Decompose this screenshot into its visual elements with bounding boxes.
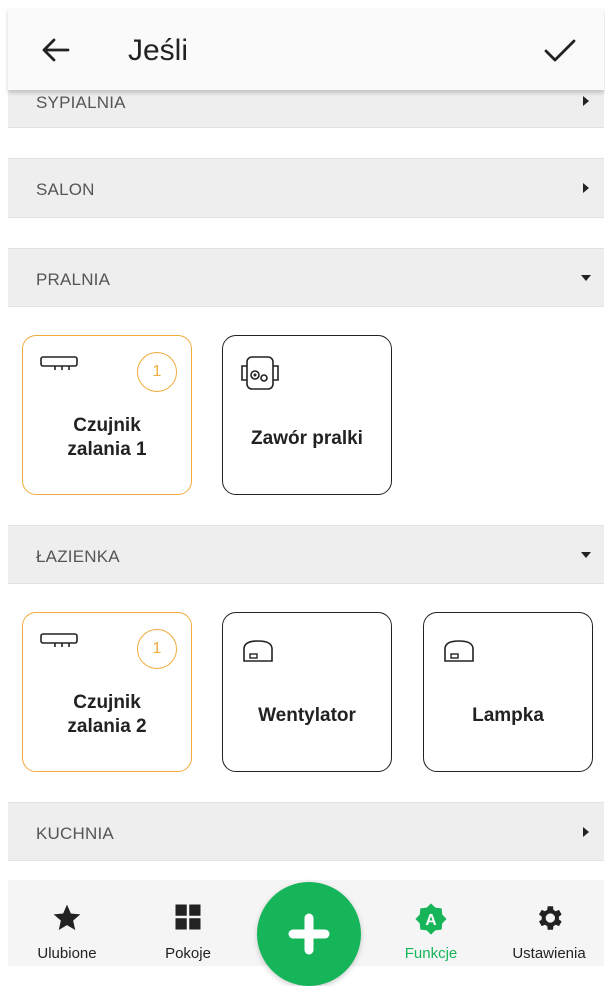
caret-right-icon [583,96,589,106]
selection-count-badge: 1 [137,352,177,392]
room-label: SALON [36,180,95,199]
device-name: Lampka [472,705,544,726]
grid-icon [175,904,201,930]
room-label: ŁAZIENKA [36,547,120,566]
device-name: Czujnik zalania 2 [67,692,147,737]
back-button[interactable] [38,32,74,68]
device-name: Wentylator [258,705,356,726]
room-bar-lazienka[interactable]: ŁAZIENKA [8,525,604,584]
relay-icon [444,640,474,662]
device-name: Zawór pralki [251,428,363,449]
gear-icon [539,906,562,930]
nav-label: Ulubione [37,945,97,962]
nav-item-pokoje[interactable]: Pokoje [138,880,238,966]
star-icon [53,904,81,930]
room-label: KUCHNIA [36,824,114,843]
caret-down-icon [581,275,591,281]
device-card-lampka[interactable]: Lampka [423,612,593,772]
nav-item-ustawienia[interactable]: Ustawienia [499,880,599,966]
caret-down-icon [581,552,591,558]
nav-item-ulubione[interactable]: Ulubione [17,880,117,966]
caret-right-icon [583,183,589,193]
device-card-czujnik-zalania-2[interactable]: 1 Czujnik zalania 2 [22,612,192,772]
device-card-wentylator[interactable]: Wentylator [222,612,392,772]
device-name: Czujnik zalania 1 [67,415,147,460]
svg-text:A: A [425,912,436,929]
nav-label: Ustawienia [512,945,586,962]
nav-label: Pokoje [165,945,211,962]
top-app-bar: Jeśli [8,8,604,90]
nav-item-funkcje[interactable]: A Funkcje [381,880,481,966]
page-title: Jeśli [128,34,189,67]
room-label: SYPIALNIA [36,93,126,112]
room-bar-kuchnia[interactable]: KUCHNIA [8,802,604,861]
flood-sensor-icon [40,356,78,370]
flood-sensor-icon [40,633,78,647]
room-bar-salon[interactable]: SALON [8,158,604,218]
confirm-button[interactable] [540,32,580,68]
device-card-zawor-pralki[interactable]: Zawór pralki [222,335,392,495]
valve-icon [241,356,279,390]
plus-icon [288,913,330,955]
relay-icon [243,640,273,662]
functions-icon: A [415,903,447,935]
arrow-left-icon [42,38,70,62]
caret-right-icon [583,827,589,837]
room-label: PRALNIA [36,270,111,289]
selection-count-badge: 1 [137,629,177,669]
nav-label: Funkcje [404,945,458,962]
check-icon [544,39,576,62]
device-card-czujnik-zalania-1[interactable]: 1 Czujnik zalania 1 [22,335,192,495]
room-bar-pralnia[interactable]: PRALNIA [8,248,604,307]
add-button[interactable] [257,882,361,986]
